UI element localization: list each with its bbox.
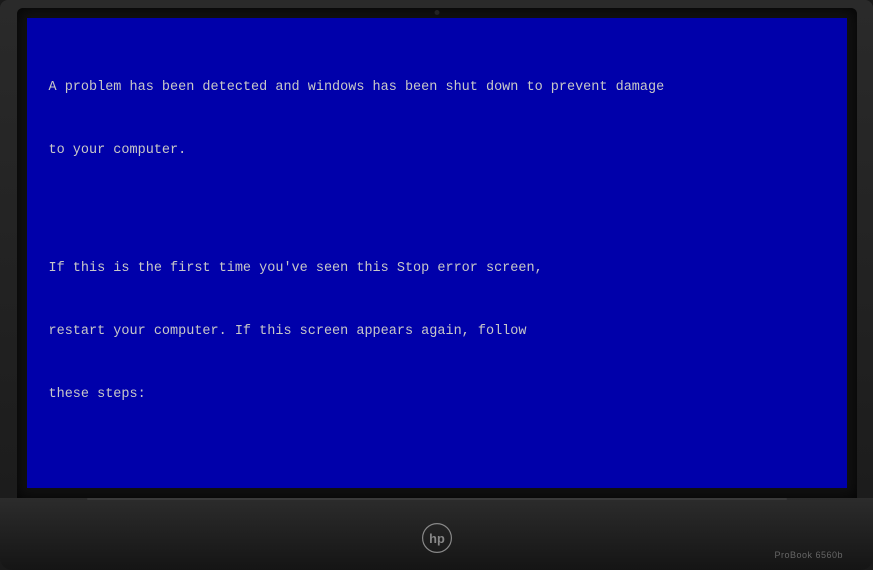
bsod-spacer-1 (49, 203, 825, 217)
bsod-line-4: restart your computer. If this screen ap… (49, 322, 825, 343)
model-label: ProBook 6560b (774, 550, 843, 560)
laptop-bottom: hp ProBook 6560b (0, 498, 873, 570)
hp-logo: hp (419, 520, 455, 556)
laptop-outer: A problem has been detected and windows … (0, 0, 873, 570)
bsod-line-3: If this is the first time you've seen th… (49, 259, 825, 280)
bsod-line-1: A problem has been detected and windows … (49, 78, 825, 99)
bsod-text: A problem has been detected and windows … (49, 36, 825, 488)
bsod-line-2: to your computer. (49, 141, 825, 162)
bsod-spacer-2 (49, 448, 825, 462)
screen-bezel: A problem has been detected and windows … (17, 8, 857, 498)
bsod-screen: A problem has been detected and windows … (27, 18, 847, 488)
camera-dot (434, 10, 439, 15)
bsod-line-5: these steps: (49, 385, 825, 406)
svg-text:hp: hp (429, 531, 445, 546)
